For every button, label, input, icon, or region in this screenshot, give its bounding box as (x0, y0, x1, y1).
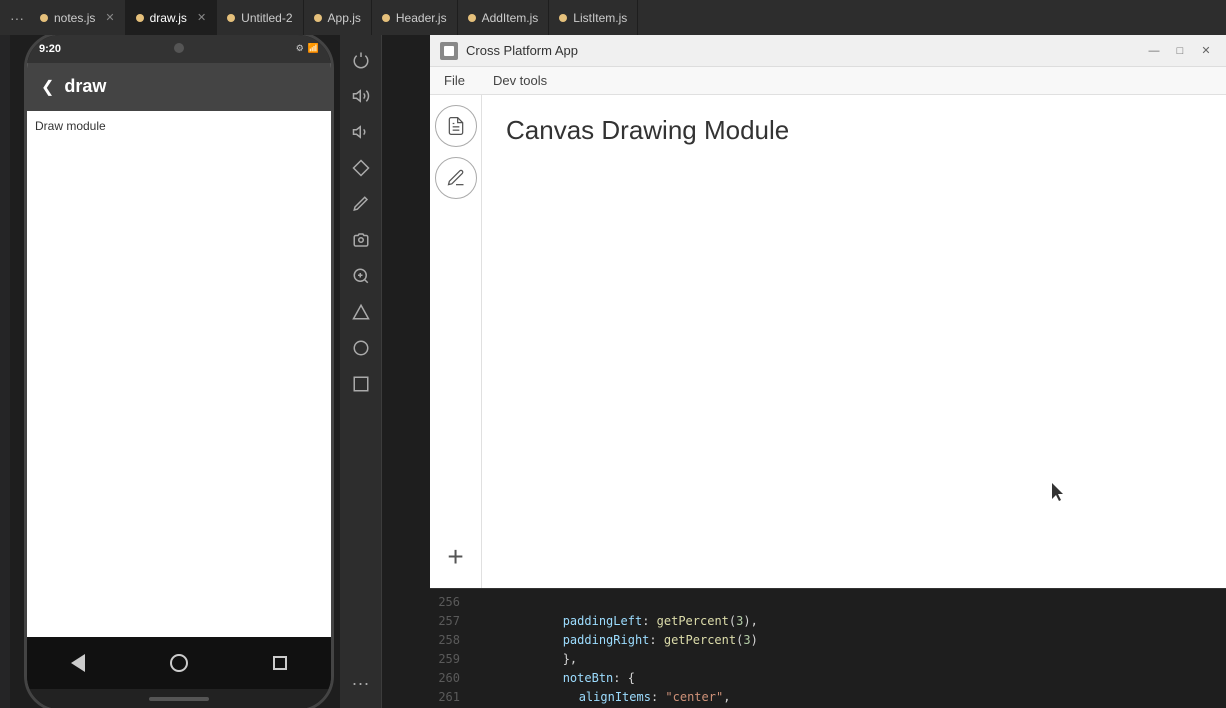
tab-label: App.js (328, 11, 361, 25)
phone-back-button[interactable] (60, 645, 96, 681)
tab-dot (40, 14, 48, 22)
eraser-icon[interactable] (344, 151, 378, 185)
tab-close-notes[interactable]: ✕ (105, 11, 114, 24)
app-titlebar: Cross Platform App — □ ✕ (430, 35, 1226, 67)
app-left-icons: + (430, 95, 482, 588)
phone-home-button[interactable] (161, 645, 197, 681)
tab-dot (136, 14, 144, 22)
tab-additem[interactable]: AddItem.js (458, 0, 550, 35)
phone-settings-icon: ⚙ (296, 43, 304, 54)
pen-icon[interactable] (344, 187, 378, 221)
tab-dot (227, 14, 235, 22)
pencil-icon-button[interactable] (435, 157, 477, 199)
phone-screen: ❮ draw Draw module (27, 63, 331, 637)
power-icon[interactable] (344, 43, 378, 77)
app-menubar: File Dev tools (430, 67, 1226, 95)
tab-dot (559, 14, 567, 22)
phone-speaker (27, 689, 331, 708)
tab-header[interactable]: Header.js (372, 0, 458, 35)
phone-app-title: draw (64, 76, 106, 97)
line-num-258: 258 (430, 631, 460, 650)
tab-label: Untitled-2 (241, 11, 292, 25)
tab-close-draw[interactable]: ✕ (197, 11, 206, 24)
volume-down-icon[interactable] (344, 115, 378, 149)
line-num-260: 260 (430, 669, 460, 688)
recents-icon (273, 656, 287, 670)
tab-dot (468, 14, 476, 22)
tab-app[interactable]: App.js (304, 0, 372, 35)
tab-listitem[interactable]: ListItem.js (549, 0, 638, 35)
zoom-icon[interactable] (344, 259, 378, 293)
phone-content-area: Draw module (27, 111, 331, 637)
triangle-icon[interactable] (344, 295, 378, 329)
main-area: 9:20 ⚙ 📶 ❮ draw Draw module (0, 35, 1226, 708)
maximize-button[interactable]: □ (1170, 41, 1190, 61)
volume-up-icon[interactable] (344, 79, 378, 113)
left-panel: 9:20 ⚙ 📶 ❮ draw Draw module (0, 35, 430, 708)
close-button[interactable]: ✕ (1196, 41, 1216, 61)
circle-icon[interactable] (344, 331, 378, 365)
simulator-toolbar: ··· (340, 35, 382, 708)
code-lines-container: 256 257 258 259 260 261 262 paddingLeft:… (430, 589, 1226, 708)
home-icon (170, 654, 188, 672)
window-controls: — □ ✕ (1144, 41, 1216, 61)
document-icon-button[interactable] (435, 105, 477, 147)
android-phone: 9:20 ⚙ 📶 ❮ draw Draw module (24, 35, 334, 708)
tab-label: draw.js (150, 11, 187, 25)
app-window-title: Cross Platform App (466, 43, 1136, 58)
canvas-area: Canvas Drawing Module (482, 95, 1226, 588)
add-icon-button[interactable]: + (435, 536, 477, 578)
tab-label: Header.js (396, 11, 447, 25)
menu-devtools[interactable]: Dev tools (487, 71, 553, 90)
speaker-line (149, 697, 209, 701)
app-icon (440, 42, 458, 60)
right-panel: Cross Platform App — □ ✕ File Dev tools (430, 35, 1226, 708)
tab-dot (382, 14, 390, 22)
code-line-259: noteBtn: { (476, 650, 1218, 669)
line-num-256: 256 (430, 593, 460, 612)
camera-icon[interactable] (344, 223, 378, 257)
phone-signal-icon: 📶 (308, 43, 319, 54)
tab-notes[interactable]: notes.js ✕ (30, 0, 126, 35)
toolbar-more-icon[interactable]: ··· (344, 666, 378, 700)
tab-untitled[interactable]: Untitled-2 (217, 0, 303, 35)
line-num-259: 259 (430, 650, 460, 669)
phone-app-header: ❮ draw (27, 63, 331, 111)
minimize-button[interactable]: — (1144, 41, 1164, 61)
phone-status-bar: 9:20 ⚙ 📶 (27, 35, 331, 63)
tab-label: AddItem.js (482, 11, 539, 25)
phone-nav-bar (27, 637, 331, 689)
line-num-257: 257 (430, 612, 460, 631)
code-content[interactable]: paddingLeft: getPercent(3), paddingRight… (468, 589, 1226, 708)
rectangle-icon[interactable] (344, 367, 378, 401)
far-left-strip (0, 35, 10, 708)
tab-draw[interactable]: draw.js ✕ (126, 0, 218, 35)
phone-time: 9:20 (39, 43, 61, 55)
phone-camera (174, 43, 184, 53)
phone-back-arrow[interactable]: ❮ (41, 77, 54, 97)
back-icon (71, 654, 85, 672)
phone-recents-button[interactable] (262, 645, 298, 681)
code-line-256: paddingLeft: getPercent(3), (476, 593, 1218, 612)
menu-file[interactable]: File (438, 71, 471, 90)
app-content: + Canvas Drawing Module (430, 95, 1226, 588)
phone-container: 9:20 ⚙ 📶 ❮ draw Draw module (10, 35, 340, 708)
tab-bar-more[interactable]: ··· (4, 10, 30, 26)
phone-status-icons: ⚙ 📶 (296, 43, 319, 54)
tab-label: ListItem.js (573, 11, 627, 25)
code-editor: 256 257 258 259 260 261 262 paddingLeft:… (430, 588, 1226, 708)
tab-bar: ··· notes.js ✕ draw.js ✕ Untitled-2 App.… (0, 0, 1226, 35)
tab-dot (314, 14, 322, 22)
canvas-title: Canvas Drawing Module (506, 115, 1202, 146)
tab-label: notes.js (54, 11, 95, 25)
line-numbers: 256 257 258 259 260 261 262 (430, 589, 468, 708)
app-window: Cross Platform App — □ ✕ File Dev tools (430, 35, 1226, 588)
phone-content-subtitle: Draw module (35, 119, 106, 133)
line-num-261: 261 (430, 688, 460, 707)
